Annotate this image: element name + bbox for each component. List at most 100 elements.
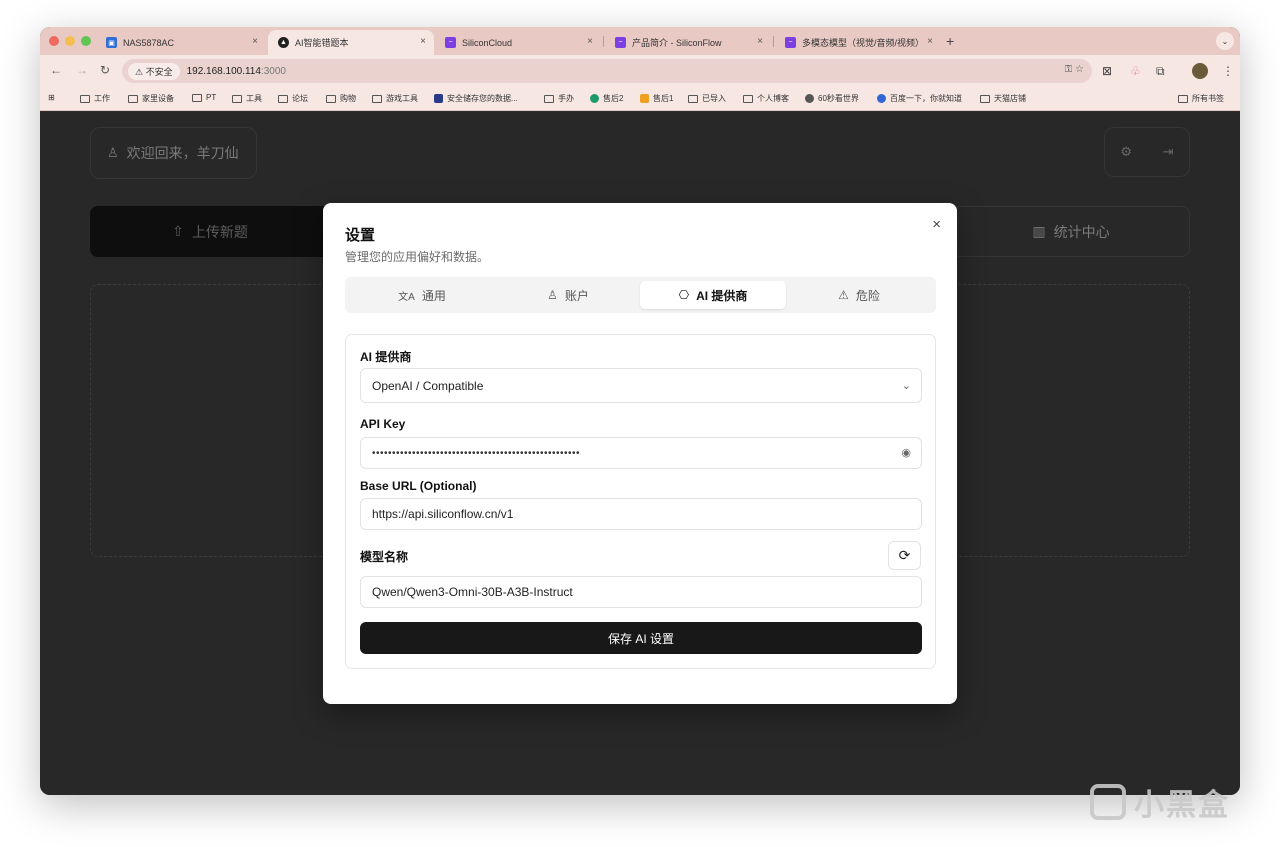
- tab-ai-provider[interactable]: ⎔ AI 提供商: [640, 281, 786, 309]
- bookmark-folder[interactable]: 游戏工具: [372, 93, 418, 104]
- xiaoheihe-watermark: 小黑盒: [1090, 780, 1230, 824]
- bookmark-link[interactable]: 60秒看世界: [805, 93, 859, 104]
- browser-tab[interactable]: ~ SiliconCloud ×: [435, 30, 601, 55]
- bookmark-folder[interactable]: 个人博客: [743, 93, 789, 104]
- welcome-text: 欢迎回来，羊刀仙: [126, 145, 239, 161]
- tab-title: SiliconCloud: [462, 37, 513, 48]
- all-bookmarks-folder[interactable]: 所有书签: [1178, 93, 1224, 104]
- security-chip[interactable]: ⚠ 不安全: [128, 62, 180, 80]
- dialog-title: 设置: [345, 227, 376, 244]
- nas-favicon-icon: ▣: [106, 37, 117, 48]
- chevron-down-icon: ⌄: [901, 380, 911, 392]
- eye-icon[interactable]: ◉: [901, 446, 911, 459]
- tab-close-icon[interactable]: ×: [420, 36, 426, 47]
- url-port: :3000: [260, 65, 286, 77]
- watermark-text: 小黑盒: [1134, 789, 1230, 822]
- tab-close-icon[interactable]: ×: [252, 36, 258, 47]
- browser-tab[interactable]: ~ 产品简介 - SiliconFlow ×: [605, 30, 771, 55]
- tab-strip: ▣ NAS5878AC × ▲ AI智能错题本 × ~ SiliconCloud…: [40, 27, 1240, 55]
- upload-question-button[interactable]: ⇧ 上传新题: [90, 206, 330, 257]
- bookmark-label: 已导入: [702, 94, 726, 103]
- site-icon: [434, 94, 443, 103]
- forward-arrow-icon[interactable]: →: [76, 63, 88, 77]
- bookmark-folder[interactable]: 手办: [544, 93, 574, 104]
- bookmark-link[interactable]: 安全储存您的数据...: [434, 93, 518, 104]
- close-icon[interactable]: ×: [932, 216, 941, 233]
- folder-icon: [80, 94, 90, 103]
- extensions-puzzle-icon[interactable]: ⧉: [1156, 64, 1165, 79]
- save-ai-settings-button[interactable]: 保存 AI 设置: [360, 622, 922, 654]
- folder-icon: [128, 94, 138, 103]
- bookmark-link[interactable]: 售后1: [640, 93, 673, 104]
- bookmark-folder[interactable]: 家里设备: [128, 93, 174, 104]
- minimize-window-button[interactable]: [65, 36, 75, 46]
- translate-icon: 文A: [398, 291, 415, 303]
- logout-icon[interactable]: ⇥: [1163, 144, 1174, 160]
- provider-value: OpenAI / Compatible: [372, 378, 484, 393]
- apps-grid-icon[interactable]: ⊞: [48, 93, 55, 102]
- base-url-input[interactable]: https://api.siliconflow.cn/v1: [360, 498, 922, 530]
- tab-account[interactable]: ♙ 账户: [495, 281, 641, 309]
- stats-label: 统计中心: [1053, 223, 1110, 240]
- extension-icon[interactable]: ⊠: [1102, 64, 1112, 78]
- zoom-window-button[interactable]: [81, 36, 91, 46]
- tab-danger[interactable]: ⚠ 危险: [786, 281, 932, 309]
- tab-title: AI智能错题本: [295, 38, 349, 48]
- tab-separator: [603, 36, 604, 47]
- new-tab-button[interactable]: +: [946, 33, 954, 49]
- address-bar[interactable]: ⚠ 不安全 192.168.100.114 :3000 ⚿ ☆: [122, 59, 1092, 83]
- model-value: Qwen/Qwen3-Omni-30B-A3B-Instruct: [372, 585, 573, 599]
- browser-tab[interactable]: ▣ NAS5878AC ×: [96, 30, 266, 55]
- bookmark-folder[interactable]: 购物: [326, 93, 356, 104]
- tab-close-icon[interactable]: ×: [927, 36, 933, 47]
- url-host: 192.168.100.114: [186, 65, 261, 77]
- bookmark-star-icon[interactable]: ⚿ ☆: [1065, 64, 1084, 75]
- base-url-label: Base URL (Optional): [360, 479, 477, 493]
- bookmark-folder[interactable]: 论坛: [278, 93, 308, 104]
- tab-close-icon[interactable]: ×: [757, 36, 763, 47]
- settings-gear-icon[interactable]: ⚙: [1120, 144, 1132, 160]
- reload-icon[interactable]: ↻: [100, 63, 110, 77]
- tab-label: 通用: [421, 288, 446, 303]
- bookmark-folder[interactable]: 工作: [80, 93, 110, 104]
- browser-tab-active[interactable]: ▲ AI智能错题本 ×: [268, 30, 434, 55]
- folder-icon: [544, 94, 554, 103]
- bookmark-label: 购物: [340, 94, 356, 103]
- bookmark-link[interactable]: 百度一下，你就知道: [877, 93, 962, 104]
- browser-tab[interactable]: ~ 多模态模型（视觉/音频/视频） ×: [775, 30, 941, 55]
- refresh-models-button[interactable]: ⟳: [888, 541, 921, 570]
- ai-provider-card: AI 提供商 OpenAI / Compatible ⌄ API Key •••…: [345, 334, 936, 669]
- api-key-input[interactable]: ••••••••••••••••••••••••••••••••••••••••…: [360, 437, 922, 469]
- close-window-button[interactable]: [49, 36, 59, 46]
- tab-general[interactable]: 文A 通用: [349, 281, 495, 309]
- model-input[interactable]: Qwen/Qwen3-Omni-30B-A3B-Instruct: [360, 576, 922, 608]
- tab-search-button[interactable]: ⌄: [1216, 32, 1234, 50]
- browser-menu-icon[interactable]: ⋮: [1222, 64, 1234, 78]
- api-key-masked-value: ••••••••••••••••••••••••••••••••••••••••…: [372, 447, 581, 459]
- header-actions: ⚙ ⇥: [1104, 127, 1190, 177]
- bot-icon: ⎔: [678, 288, 690, 302]
- refresh-icon: ⟳: [898, 547, 911, 563]
- bookmark-label: 百度一下，你就知道: [890, 94, 962, 103]
- model-label: 模型名称: [360, 550, 409, 564]
- bookmark-folder[interactable]: 已导入: [688, 93, 726, 104]
- provider-label: AI 提供商: [360, 350, 412, 364]
- extension-icon[interactable]: ♧: [1130, 64, 1141, 78]
- browser-toolbar: ← → ↻ ⚠ 不安全 192.168.100.114 :3000 ⚿ ☆ ⊠ …: [40, 55, 1240, 87]
- folder-icon: [372, 94, 382, 103]
- bookmarks-bar: ⊞ 工作 家里设备 PT 工具 论坛 购物 游戏工具 安全储存您的数据... 手…: [40, 87, 1240, 111]
- profile-avatar[interactable]: [1192, 63, 1208, 79]
- user-icon: ♙: [107, 145, 119, 160]
- tab-label: 危险: [855, 288, 880, 303]
- tab-close-icon[interactable]: ×: [587, 36, 593, 47]
- folder-icon: [1178, 94, 1188, 103]
- bookmark-link[interactable]: 售后2: [590, 93, 623, 104]
- back-arrow-icon[interactable]: ←: [50, 63, 62, 77]
- provider-select[interactable]: OpenAI / Compatible ⌄: [360, 368, 922, 403]
- bookmark-folder[interactable]: PT: [192, 93, 216, 102]
- stats-center-button[interactable]: ▥ 统计中心: [952, 206, 1190, 257]
- bookmark-folder[interactable]: 天猫店铺: [980, 93, 1026, 104]
- base-url-value: https://api.siliconflow.cn/v1: [372, 507, 514, 521]
- bookmark-folder[interactable]: 工具: [232, 93, 262, 104]
- site-icon: [877, 94, 886, 103]
